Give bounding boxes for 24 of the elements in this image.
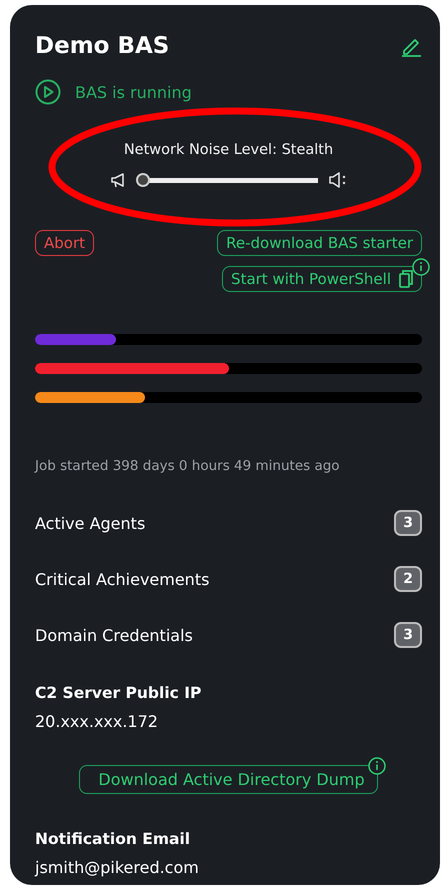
job-started-text: Job started 398 days 0 hours 49 minutes ago <box>35 458 341 474</box>
copy-icon <box>399 270 413 288</box>
field-label: Notification Email <box>35 830 192 848</box>
noise-level-label: Network Noise Level: Stealth <box>124 142 334 158</box>
redownload-button[interactable]: Re-download BAS starter <box>217 230 422 256</box>
info-icon[interactable] <box>368 757 386 775</box>
email-address: jsmith@pikered.com <box>35 858 200 877</box>
ip-address: 20.xxx.xxx.172 <box>35 712 159 731</box>
powershell-button[interactable]: Start with PowerShell <box>222 266 422 292</box>
loud-speaker-icon <box>328 172 348 188</box>
play-icon <box>35 79 61 105</box>
count-badge: 3 <box>394 510 422 536</box>
count-badge: 2 <box>394 566 422 592</box>
field-label: C2 Server Public IP <box>35 684 202 702</box>
slider-thumb[interactable] <box>136 173 150 187</box>
download-dump-button[interactable]: Download Active Directory Dump <box>79 765 378 794</box>
counter-label: Domain Credentials <box>35 626 193 644</box>
counter-label: Active Agents <box>35 514 146 532</box>
card-title: Demo BAS <box>35 33 170 59</box>
abort-button[interactable]: Abort <box>35 230 94 256</box>
status-text: BAS is running <box>75 82 192 102</box>
counter-label: Critical Achievements <box>35 570 210 588</box>
info-icon[interactable] <box>412 258 430 276</box>
count-badge: 3 <box>394 622 422 648</box>
